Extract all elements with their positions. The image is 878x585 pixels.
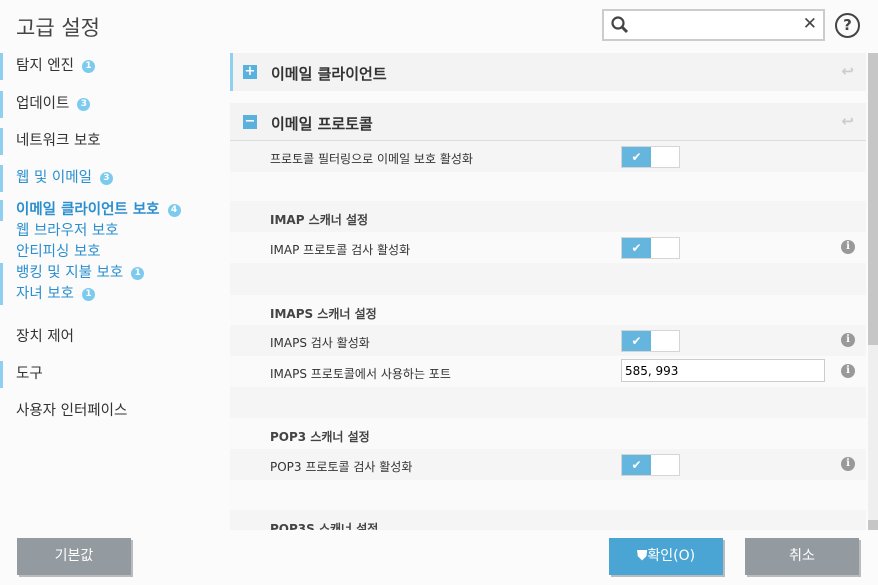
toggle-switch[interactable]: ✔ (621, 330, 680, 352)
expand-icon[interactable]: + (243, 65, 257, 79)
revert-icon[interactable]: ↩ (841, 112, 854, 130)
setting-label: IMAP 프로토콜 검사 활성화 (270, 243, 411, 257)
sidebar-item-label: 업데이트 (16, 96, 70, 112)
window-title: 고급 설정 (16, 16, 100, 40)
badge: 1 (81, 288, 95, 301)
setting-label: IMAPS 프로토콜에서 사용하는 포트 (270, 367, 451, 381)
sidebar-item-web-email[interactable]: 웹 및 이메일 3 (0, 165, 230, 192)
setting-row: IMAP 프로토콜 검사 활성화 ✔ i (230, 232, 866, 263)
group-title-label: IMAPS 스캐너 설정 (270, 307, 377, 321)
group-title-label: POP3 스캐너 설정 (270, 430, 370, 444)
scroll-down-button[interactable] (868, 520, 878, 530)
sidebar-item-label: 안티피싱 보호 (16, 244, 101, 260)
setting-row: IMAPS 검사 활성화 ✔ i (230, 325, 866, 356)
badge: 1 (81, 60, 95, 73)
setting-label: IMAPS 검사 활성화 (270, 336, 370, 350)
sidebar-item-web-browser[interactable]: 웹 브라우저 보호 (0, 221, 230, 242)
group-title-label: POP3S 스캐너 설정 (270, 522, 379, 530)
ok-label: 확인(O) (647, 548, 696, 564)
badge: 3 (99, 172, 113, 185)
sidebar-item-label: 사용자 인터페이스 (16, 403, 128, 419)
section-label: 이메일 프로토콜 (271, 115, 373, 133)
search-icon (611, 16, 629, 34)
check-icon: ✔ (622, 331, 651, 351)
sidebar-item-label: 이메일 클라이언트 보호 (16, 202, 160, 218)
info-icon[interactable]: i (841, 364, 855, 378)
info-icon[interactable]: i (841, 240, 855, 254)
group-title-label: IMAP 스캐너 설정 (270, 213, 369, 227)
setting-label: 프로토콜 필터링으로 이메일 보호 활성화 (270, 152, 473, 166)
search-input[interactable]: ✕ (602, 9, 825, 41)
sidebar-item-label: 탐지 엔진 (16, 58, 74, 74)
sidebar-item-label: 자녀 보호 (16, 286, 74, 302)
check-icon: ✔ (622, 238, 651, 258)
sidebar-item-user-interface[interactable]: 사용자 인터페이스 (0, 398, 230, 425)
settings-panel: + 이메일 클라이언트 ↩ − 이메일 프로토콜 ↩ 프로토콜 필터링으로 이메… (230, 53, 866, 530)
badge: 3 (77, 98, 91, 111)
sidebar-item-label: 뱅킹 및 지불 보호 (16, 265, 124, 281)
badge: 1 (131, 267, 145, 280)
info-icon[interactable]: i (841, 333, 855, 347)
setting-row: IMAPS 프로토콜에서 사용하는 포트 585, 993 i (230, 356, 866, 387)
ports-input[interactable]: 585, 993 (621, 359, 825, 382)
section-email-protocol[interactable]: − 이메일 프로토콜 ↩ (230, 103, 866, 141)
sidebar-item-update[interactable]: 업데이트 3 (0, 91, 230, 118)
spacer (230, 263, 866, 295)
help-icon[interactable]: ? (835, 13, 860, 38)
setting-row: 프로토콜 필터링으로 이메일 보호 활성화 ✔ (230, 141, 866, 172)
group-title: POP3 스캐너 설정 (230, 418, 866, 449)
section-email-client[interactable]: + 이메일 클라이언트 ↩ (230, 53, 866, 91)
group-title: IMAP 스캐너 설정 (230, 201, 866, 232)
sidebar-item-antiphishing[interactable]: 안티피싱 보호 (0, 242, 230, 263)
sidebar-item-banking[interactable]: 뱅킹 및 지불 보호 1 (0, 263, 230, 284)
toggle-switch[interactable]: ✔ (621, 146, 680, 168)
sidebar-item-label: 웹 브라우저 보호 (16, 223, 119, 239)
sidebar-item-parental[interactable]: 자녀 보호 1 (0, 284, 230, 305)
sidebar-item-email-client[interactable]: 이메일 클라이언트 보호 4 (0, 200, 230, 221)
sidebar-item-network[interactable]: 네트워크 보호 (0, 128, 230, 155)
group-title: IMAPS 스캐너 설정 (230, 295, 866, 326)
default-button[interactable]: 기본값 (17, 538, 131, 575)
sidebar-item-detection-engine[interactable]: 탐지 엔진 1 (0, 53, 230, 80)
sidebar-item-device-control[interactable]: 장치 제어 (0, 324, 230, 351)
section-label: 이메일 클라이언트 (271, 65, 387, 83)
spacer (230, 480, 866, 510)
ok-button[interactable]: ⛊확인(O) (609, 538, 723, 575)
spacer (230, 387, 866, 418)
sidebar-item-tools[interactable]: 도구 (0, 361, 230, 388)
setting-row: POP3 프로토콜 검사 활성화 ✔ i (230, 449, 866, 480)
toggle-switch[interactable]: ✔ (621, 237, 680, 259)
sidebar-item-label: 네트워크 보호 (16, 133, 101, 149)
scrollbar[interactable] (868, 53, 878, 530)
badge: 4 (167, 204, 181, 217)
group-title: POP3S 스캐너 설정 (230, 510, 866, 530)
sidebar-item-label: 웹 및 이메일 (16, 170, 92, 186)
sidebar-item-label: 장치 제어 (16, 329, 74, 345)
check-icon: ✔ (622, 147, 651, 167)
check-icon: ✔ (622, 455, 651, 475)
spacer (230, 172, 866, 201)
setting-label: POP3 프로토콜 검사 활성화 (270, 460, 413, 474)
sidebar-item-label: 도구 (16, 366, 43, 382)
revert-icon[interactable]: ↩ (841, 62, 854, 80)
scrollbar-thumb[interactable] (868, 53, 878, 345)
collapse-icon[interactable]: − (243, 115, 257, 129)
info-icon[interactable]: i (841, 457, 855, 471)
clear-search-icon[interactable]: ✕ (803, 14, 817, 34)
shield-icon: ⛊ (636, 548, 648, 564)
toggle-switch[interactable]: ✔ (621, 454, 680, 476)
cancel-button[interactable]: 취소 (745, 538, 859, 575)
sidebar: 탐지 엔진 1 업데이트 3 네트워크 보호 웹 및 이메일 3 이메일 클라이언트 … (0, 53, 230, 425)
